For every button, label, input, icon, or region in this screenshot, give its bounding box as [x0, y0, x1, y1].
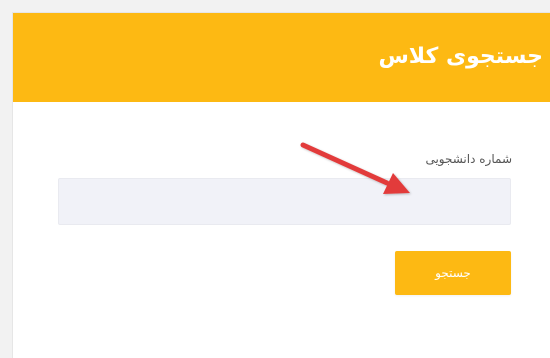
class-search-card: جستجوی کلاس شماره دانشجویی جستجو [12, 12, 550, 358]
student-number-label: شماره دانشجویی [425, 152, 512, 166]
student-number-input[interactable] [58, 178, 511, 225]
card-header: جستجوی کلاس [13, 13, 550, 102]
search-button[interactable]: جستجو [395, 251, 511, 295]
page-title: جستجوی کلاس [378, 44, 543, 69]
